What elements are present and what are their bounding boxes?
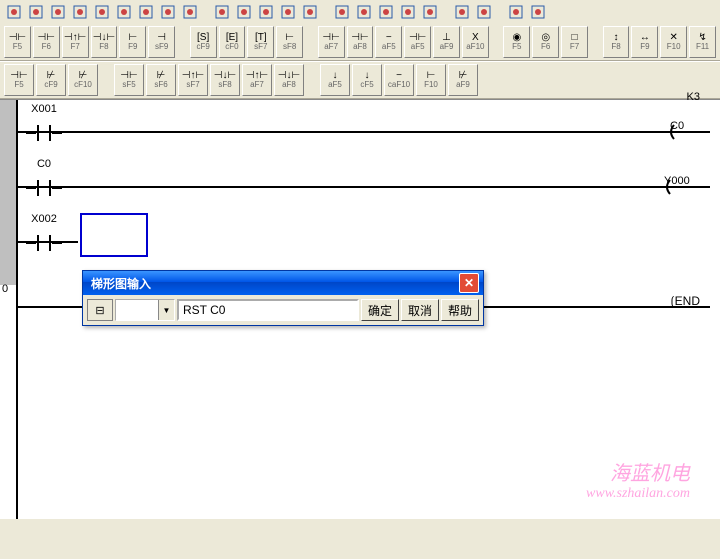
ladder-editor[interactable]: 0 K3 X001 C0 C0 Y000 X002 — [0, 99, 720, 519]
fk-sF9[interactable]: ⊣sF9 — [148, 26, 175, 58]
fk-cF5[interactable]: ↓cF5 — [352, 64, 382, 96]
fk-aF8[interactable]: ⊣⊢aF8 — [347, 26, 374, 58]
fk-sF8[interactable]: ⊢sF8 — [276, 26, 303, 58]
net-button[interactable] — [158, 2, 178, 22]
fk-caF10[interactable]: −caF10 — [384, 64, 414, 96]
ok-button[interactable]: 确定 — [361, 299, 399, 321]
fk-F7[interactable]: ⊣↑⊢F7 — [62, 26, 89, 58]
coil-c0[interactable]: C0 — [650, 115, 710, 139]
zoom-in-button[interactable] — [114, 2, 134, 22]
dialog-title: 梯形图输入 — [91, 275, 459, 292]
block1-button[interactable] — [212, 2, 232, 22]
fk-F8[interactable]: ↕F8 — [603, 26, 630, 58]
grp1-button[interactable] — [332, 2, 352, 22]
fk-F6[interactable]: ◎F6 — [532, 26, 559, 58]
contact-x002[interactable]: X002 — [26, 227, 62, 255]
find-button[interactable] — [278, 2, 298, 22]
chart-button[interactable] — [256, 2, 276, 22]
fk-aF7[interactable]: ⊣⊢aF7 — [318, 26, 345, 58]
fk-row-2: ⊣⊢F5⊬cF9⊬cF10 ⊣⊢sF5⊬sF6⊣↑⊢sF7⊣↓⊢sF8⊣↑⊢aF7… — [0, 61, 720, 99]
fk-F9[interactable]: ↔F9 — [631, 26, 658, 58]
ladder-input-dialog: 梯形图输入 ✕ ⊟ ▼ 确定 取消 帮助 — [82, 270, 484, 326]
fk-F10[interactable]: ⊢F10 — [416, 64, 446, 96]
fk-sF6[interactable]: ⊬sF6 — [146, 64, 176, 96]
fk-cF9[interactable]: ⊬cF9 — [36, 64, 66, 96]
fk-cF10[interactable]: ⊬cF10 — [68, 64, 98, 96]
zoom-button[interactable] — [26, 2, 46, 22]
web-button[interactable] — [180, 2, 200, 22]
fk-aF9[interactable]: ⊬aF9 — [448, 64, 478, 96]
fk-sF5[interactable]: ⊣⊢sF5 — [114, 64, 144, 96]
note-button[interactable] — [300, 2, 320, 22]
view-button[interactable] — [4, 2, 24, 22]
fk-cF9[interactable]: [S]cF9 — [190, 26, 217, 58]
snap1-button[interactable] — [506, 2, 526, 22]
fk-aF5[interactable]: ⊣⊢aF5 — [404, 26, 431, 58]
clock-button[interactable] — [420, 2, 440, 22]
end-instruction: ⟮END — [671, 294, 700, 309]
fk-aF10[interactable]: XaF10 — [462, 26, 489, 58]
tableb-button[interactable] — [398, 2, 418, 22]
instruction-input[interactable] — [177, 299, 359, 321]
fk-aF9[interactable]: ⊥aF9 — [433, 26, 460, 58]
table-button[interactable] — [376, 2, 396, 22]
grp2-button[interactable] — [354, 2, 374, 22]
element-combo[interactable]: ▼ — [115, 299, 175, 321]
snap2-button[interactable] — [528, 2, 548, 22]
cancel-button[interactable]: 取消 — [401, 299, 439, 321]
help-button[interactable]: 帮助 — [441, 299, 479, 321]
pen1-button[interactable] — [70, 2, 90, 22]
grid-button[interactable] — [48, 2, 68, 22]
pen2-button[interactable] — [92, 2, 112, 22]
contact-x001[interactable]: X001 — [26, 117, 62, 145]
step-number: 0 — [2, 283, 8, 295]
watermark: 海蓝机电 www.szhailan.com — [586, 462, 690, 503]
k-value: K3 — [687, 91, 700, 103]
fk-row-1: ⊣⊢F5⊣⊢F6⊣↑⊢F7⊣↓⊢F8⊢F9⊣sF9 [S]cF9[E]cF0[T]… — [0, 24, 720, 60]
fk-aF5[interactable]: ↓aF5 — [320, 64, 350, 96]
zoom-out-button[interactable] — [136, 2, 156, 22]
fk-F7[interactable]: □F7 — [561, 26, 588, 58]
fk-F9[interactable]: ⊢F9 — [119, 26, 146, 58]
flash-button[interactable] — [474, 2, 494, 22]
toolbar-1 — [0, 0, 720, 24]
cursor-box — [80, 213, 148, 257]
fk-F5[interactable]: ⊣⊢F5 — [4, 26, 31, 58]
fk-F8[interactable]: ⊣↓⊢F8 — [91, 26, 118, 58]
block2-button[interactable] — [234, 2, 254, 22]
close-button[interactable]: ✕ — [459, 273, 479, 293]
fk-aF5[interactable]: −aF5 — [375, 26, 402, 58]
fk-F5[interactable]: ⊣⊢F5 — [4, 64, 34, 96]
fk-aF7[interactable]: ⊣↑⊢aF7 — [242, 64, 272, 96]
fk-F11[interactable]: ↯F11 — [689, 26, 716, 58]
element-icon[interactable]: ⊟ — [87, 299, 113, 321]
fk-F6[interactable]: ⊣⊢F6 — [33, 26, 60, 58]
fk-F10[interactable]: ✕F10 — [660, 26, 687, 58]
contact-c0[interactable]: C0 — [26, 172, 62, 200]
fk-sF7[interactable]: ⊣↑⊢sF7 — [178, 64, 208, 96]
flag-button[interactable] — [452, 2, 472, 22]
fk-sF7[interactable]: [T]sF7 — [247, 26, 274, 58]
fk-F5[interactable]: ◉F5 — [503, 26, 530, 58]
fk-cF0[interactable]: [E]cF0 — [219, 26, 246, 58]
coil-y000[interactable]: Y000 — [650, 170, 710, 194]
fk-aF8[interactable]: ⊣↓⊢aF8 — [274, 64, 304, 96]
fk-sF8[interactable]: ⊣↓⊢sF8 — [210, 64, 240, 96]
